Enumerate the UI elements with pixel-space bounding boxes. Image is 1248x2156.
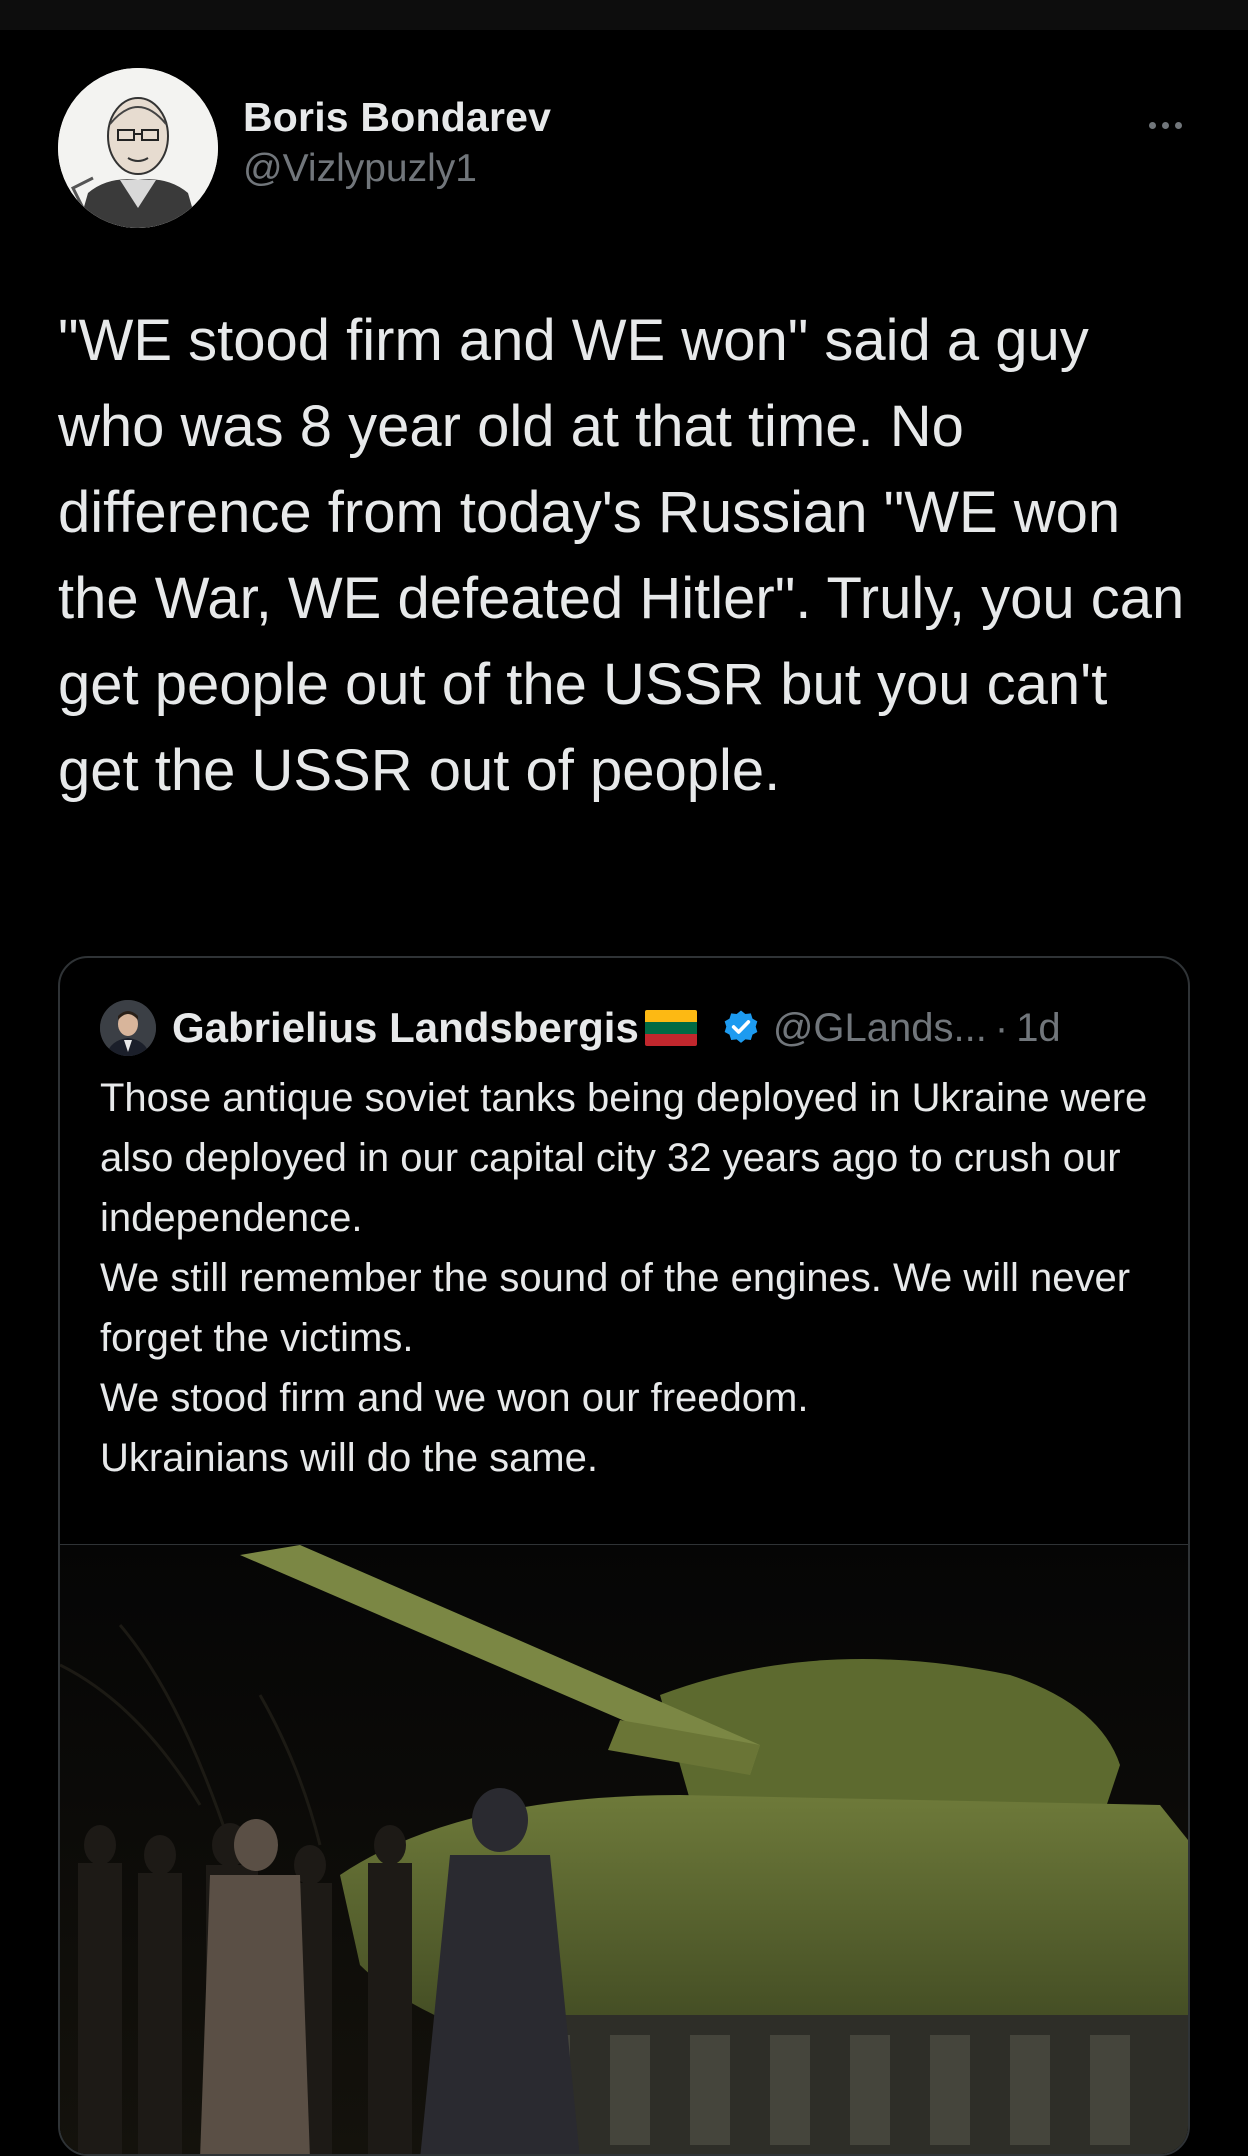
dot	[1148, 121, 1156, 129]
author-handle[interactable]: @Vizlypuzly1	[243, 147, 551, 191]
author-avatar[interactable]	[58, 68, 218, 228]
lithuania-flag-icon	[644, 1010, 697, 1046]
quoted-tweet[interactable]: Gabrielius Landsbergis @GLands... · 1d T…	[58, 956, 1190, 2156]
author-info[interactable]: Boris Bondarev @Vizlypuzly1	[243, 94, 551, 191]
quoted-author-handle[interactable]: @GLands...	[773, 1006, 987, 1051]
verified-badge-icon	[724, 1010, 758, 1043]
author-name[interactable]: Boris Bondarev	[243, 94, 551, 141]
quoted-tweet-image[interactable]	[60, 1544, 1188, 2154]
quoted-tweet-header: Gabrielius Landsbergis @GLands... · 1d	[100, 998, 1061, 1058]
separator-dot: ·	[994, 1005, 1009, 1050]
quoted-author-avatar[interactable]	[100, 1000, 156, 1056]
dot	[1174, 121, 1182, 129]
quoted-tweet-text: Those antique soviet tanks being deploye…	[100, 1076, 1148, 1480]
quoted-author-name[interactable]: Gabrielius Landsbergis	[172, 1004, 639, 1052]
more-options-icon[interactable]	[1140, 110, 1190, 140]
dot	[1161, 121, 1169, 129]
tweet-text: "WE stood firm and WE won" said a guy wh…	[58, 308, 1201, 803]
top-bar	[0, 0, 1248, 30]
tweet[interactable]: Boris Bondarev @Vizlypuzly1 "WE stood fi…	[0, 30, 1248, 2156]
quoted-timestamp[interactable]: 1d	[1016, 1006, 1061, 1051]
